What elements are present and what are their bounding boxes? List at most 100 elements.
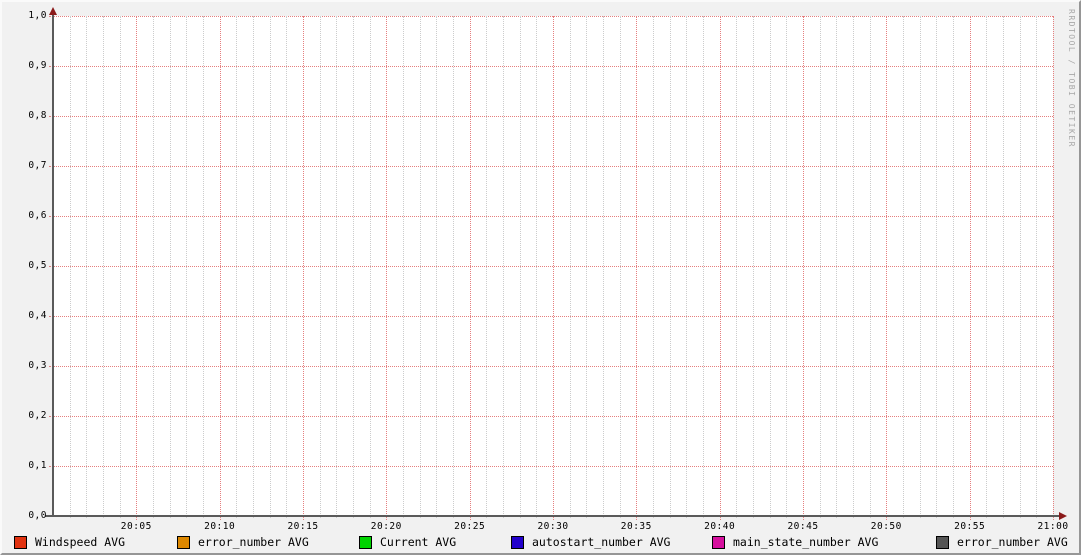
x-axis-tick-label: 20:55 <box>954 521 986 532</box>
y-axis-tick-label: 0,1 <box>28 460 47 471</box>
gridline-vertical-major <box>219 16 221 520</box>
gridline-vertical-minor <box>686 16 688 518</box>
gridline-vertical-minor <box>486 16 488 518</box>
gridline-vertical-minor <box>936 16 938 518</box>
gridline-vertical-minor <box>453 16 454 518</box>
gridline-vertical-minor <box>1036 16 1038 518</box>
legend-swatch <box>712 535 725 549</box>
legend-label: Windspeed AVG <box>35 535 126 549</box>
gridline-vertical-minor <box>869 16 871 518</box>
gridline-vertical-minor <box>619 16 621 518</box>
y-axis-tick-label: 0,0 <box>28 510 47 521</box>
x-axis-tick-label: 20:10 <box>204 521 236 532</box>
gridline-vertical-minor <box>569 16 571 518</box>
y-axis-tick-label: 1,0 <box>28 10 47 21</box>
y-axis <box>52 10 54 516</box>
gridline-vertical-minor <box>736 16 738 518</box>
gridline-vertical-minor <box>369 16 371 518</box>
gridline-vertical-minor <box>236 16 238 518</box>
legend-item: error_number AVG <box>177 535 309 549</box>
x-axis-tick-label: 20:40 <box>704 521 736 532</box>
gridline-vertical-minor <box>536 16 538 518</box>
x-axis-arrowhead <box>1059 512 1067 520</box>
x-axis-tick-label: 21:00 <box>1037 521 1069 532</box>
y-axis-tick-label: 0,2 <box>28 410 47 421</box>
legend-swatch <box>177 535 190 549</box>
x-axis <box>45 515 1059 517</box>
gridline-vertical-major <box>719 16 721 520</box>
gridline-vertical-minor <box>786 16 788 518</box>
gridline-vertical-major <box>803 16 804 520</box>
gridline-vertical-minor <box>403 16 404 518</box>
gridline-vertical-minor <box>69 16 71 518</box>
gridline-vertical-minor <box>519 16 521 518</box>
legend-label: error_number AVG <box>957 535 1068 549</box>
y-axis-tick-label: 0,8 <box>28 110 47 121</box>
y-axis-tick-label: 0,7 <box>28 160 47 171</box>
gridline-vertical-minor <box>269 16 271 518</box>
gridline-vertical-minor <box>169 16 171 518</box>
x-axis-tick-label: 20:35 <box>620 521 652 532</box>
legend-item: Current AVG <box>359 535 456 549</box>
legend-label: error_number AVG <box>198 535 309 549</box>
x-axis-tick-label: 20:25 <box>454 521 486 532</box>
gridline-vertical-minor <box>653 16 654 518</box>
y-axis-tick-label: 0,4 <box>28 310 47 321</box>
gridline-vertical-minor <box>353 16 354 518</box>
y-axis-tick-label: 0,3 <box>28 360 47 371</box>
gridline-vertical-minor <box>86 16 88 518</box>
legend-label: Current AVG <box>380 535 457 549</box>
legend-label: autostart_number AVG <box>532 535 671 549</box>
gridline-vertical-minor <box>836 16 838 518</box>
legend-swatch <box>14 535 27 549</box>
x-axis-tick-label: 20:15 <box>287 521 319 532</box>
x-axis-tick-label: 20:45 <box>787 521 819 532</box>
gridline-vertical-minor <box>319 16 321 518</box>
gridline-vertical-major <box>886 16 888 520</box>
legend-swatch <box>936 535 949 549</box>
y-axis-arrowhead <box>49 7 57 15</box>
gridline-vertical-minor <box>119 16 121 518</box>
gridline-vertical-minor <box>953 16 954 518</box>
gridline-vertical-minor <box>419 16 421 518</box>
x-axis-tick-label: 20:20 <box>370 521 402 532</box>
gridline-vertical-minor <box>336 16 338 518</box>
gridline-vertical-minor <box>586 16 588 518</box>
x-axis-tick-label: 20:30 <box>537 521 569 532</box>
gridline-vertical-minor <box>669 16 671 518</box>
gridline-vertical-minor <box>986 16 988 518</box>
legend-swatch <box>359 535 372 549</box>
gridline-vertical-major <box>969 16 971 520</box>
gridline-vertical-minor <box>186 16 188 518</box>
gridline-vertical-minor <box>286 16 288 518</box>
gridline-vertical-minor <box>769 16 771 518</box>
gridline-vertical-major <box>303 16 304 520</box>
gridline-vertical-minor <box>1003 16 1004 518</box>
legend-item: Windspeed AVG <box>14 535 125 549</box>
y-axis-tick-label: 0,6 <box>28 210 47 221</box>
gridline-vertical-minor <box>253 16 254 518</box>
gridline-vertical-major <box>469 16 471 520</box>
gridline-vertical-major <box>386 16 388 520</box>
gridline-vertical-minor <box>903 16 904 518</box>
gridline-vertical-minor <box>703 16 704 518</box>
gridline-vertical-major <box>553 16 554 520</box>
gridline-vertical-major <box>636 16 638 520</box>
gridline-vertical-major <box>136 16 138 520</box>
y-axis-tick-label: 0,9 <box>28 60 47 71</box>
gridline-vertical-minor <box>919 16 921 518</box>
gridline-vertical-major <box>1053 16 1054 520</box>
gridline-vertical-minor <box>1019 16 1021 518</box>
x-axis-tick-label: 20:05 <box>120 521 152 532</box>
legend-item: error_number AVG <box>936 535 1068 549</box>
gridline-vertical-minor <box>203 16 204 518</box>
legend-item: main_state_number AVG <box>712 535 878 549</box>
gridline-vertical-minor <box>436 16 438 518</box>
gridline-vertical-minor <box>103 16 104 518</box>
y-axis-tick-label: 0,5 <box>28 260 47 271</box>
legend-label: main_state_number AVG <box>733 535 879 549</box>
legend-swatch <box>511 535 524 549</box>
gridline-vertical-minor <box>603 16 604 518</box>
x-axis-tick-label: 20:50 <box>870 521 902 532</box>
gridline-vertical-minor <box>153 16 154 518</box>
